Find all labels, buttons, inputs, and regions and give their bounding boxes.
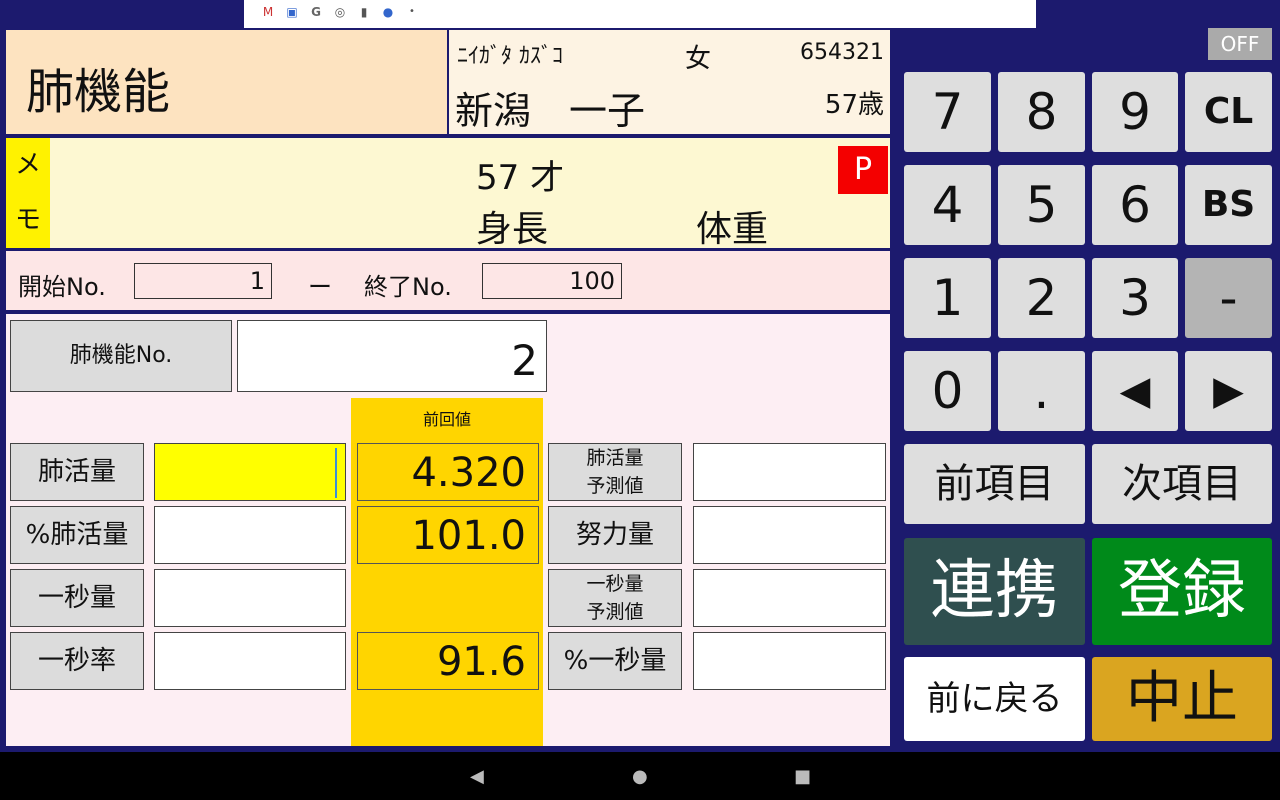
app-icon: ▣ [286, 5, 298, 19]
left-arrow-icon[interactable]: ◀ [1092, 351, 1178, 431]
go-back-button[interactable]: 前に戻る [904, 657, 1085, 741]
weight-label: 体重 [696, 209, 769, 250]
memo-area[interactable]: メ モ 57 才 身長 体重 P [6, 138, 890, 250]
previous-values-column: 前回値 4.320 101.0 91.6 [351, 398, 543, 746]
prev-fev1-ratio: 91.6 [357, 632, 539, 690]
home-icon[interactable]: ● [632, 766, 648, 787]
range-area: 開始No. 1 ー 終了No. 100 [6, 251, 890, 310]
sync-icon: ◎ [334, 5, 346, 19]
start-no-label: 開始No. [18, 273, 106, 301]
p-badge[interactable]: P [838, 146, 888, 194]
key-9[interactable]: 9 [1092, 72, 1178, 152]
fev1-ratio-field[interactable] [154, 632, 346, 690]
percent-fev1-field[interactable] [693, 632, 886, 690]
patient-kana: ﾆｲｶﾞﾀ ｶｽﾞｺ [457, 44, 563, 69]
system-nav-bar: ◀ ● ■ [0, 752, 1280, 800]
key-6[interactable]: 6 [1092, 165, 1178, 245]
predicted-vital-capacity-field[interactable] [693, 443, 886, 501]
vital-capacity-button[interactable]: 肺活量 [10, 443, 144, 501]
fev1-ratio-button[interactable]: 一秒率 [10, 632, 144, 690]
right-arrow-icon[interactable]: ▶ [1185, 351, 1272, 431]
patient-name: 新潟 一子 [455, 89, 646, 133]
key-5[interactable]: 5 [998, 165, 1085, 245]
back-icon[interactable]: ◀ [470, 766, 484, 787]
end-no-label: 終了No. [364, 273, 452, 301]
globe-icon: ● [382, 5, 394, 19]
keypad-panel: OFF 7 8 9 CL 4 5 6 BS 1 2 3 - 0 . ◀ ▶ 前項… [892, 28, 1280, 748]
sd-card-icon: ▮ [360, 5, 368, 19]
key-backspace[interactable]: BS [1185, 165, 1272, 245]
fev1-button[interactable]: 一秒量 [10, 569, 144, 627]
memo-label-top: メ [14, 150, 41, 180]
page-title: 肺機能 [26, 64, 171, 120]
key-clear[interactable]: CL [1185, 72, 1272, 152]
main-panel: 肺機能 ﾆｲｶﾞﾀ ｶｽﾞｺ 女 654321 新潟 一子 57歳 メ モ 57… [4, 28, 892, 748]
key-8[interactable]: 8 [998, 72, 1085, 152]
link-button[interactable]: 連携 [904, 538, 1085, 645]
memo-age: 57 才 [476, 158, 565, 198]
memo-label-bottom: モ [14, 205, 41, 235]
previous-values-header: 前回値 [422, 410, 471, 429]
gmail-icon: M [262, 5, 274, 19]
prev-vital-capacity: 4.320 [357, 443, 539, 501]
percent-vital-capacity-field[interactable] [154, 506, 346, 564]
key-decimal[interactable]: . [998, 351, 1085, 431]
next-item-button[interactable]: 次項目 [1092, 444, 1272, 524]
start-no-field[interactable]: 1 [134, 263, 272, 299]
off-toggle[interactable]: OFF [1208, 28, 1272, 60]
height-label: 身長 [476, 209, 549, 250]
key-3[interactable]: 3 [1092, 258, 1178, 338]
measurement-form: 肺機能No. 2 前回値 4.320 101.0 91.6 肺活量 肺活量 予測… [6, 314, 890, 746]
range-dash: ー [308, 273, 332, 301]
text-cursor [335, 448, 337, 498]
key-minus[interactable]: - [1185, 258, 1272, 338]
cancel-button[interactable]: 中止 [1092, 657, 1272, 741]
memo-label: メ モ [6, 138, 50, 248]
patient-sex: 女 [685, 44, 712, 74]
patient-id: 654321 [800, 40, 884, 65]
register-button[interactable]: 登録 [1092, 538, 1272, 645]
key-1[interactable]: 1 [904, 258, 991, 338]
effort-field[interactable] [693, 506, 886, 564]
key-4[interactable]: 4 [904, 165, 991, 245]
vital-capacity-field[interactable] [154, 443, 346, 501]
key-0[interactable]: 0 [904, 351, 991, 431]
fev1-field[interactable] [154, 569, 346, 627]
prev-item-button[interactable]: 前項目 [904, 444, 1085, 524]
patient-info: ﾆｲｶﾞﾀ ｶｽﾞｺ 女 654321 新潟 一子 57歳 [449, 30, 890, 134]
predicted-vital-capacity-button[interactable]: 肺活量 予測値 [548, 443, 682, 501]
key-2[interactable]: 2 [998, 258, 1085, 338]
recents-icon[interactable]: ■ [794, 766, 811, 787]
patient-age: 57歳 [824, 90, 884, 120]
percent-vital-capacity-button[interactable]: %肺活量 [10, 506, 144, 564]
key-7[interactable]: 7 [904, 72, 991, 152]
predicted-fev1-button[interactable]: 一秒量 予測値 [548, 569, 682, 627]
predicted-fev1-field[interactable] [693, 569, 886, 627]
google-icon: G [311, 5, 321, 19]
app-frame: M ▣ G ◎ ▮ ● • 肺機能 ﾆｲｶﾞﾀ ｶｽﾞｺ 女 654321 新潟… [0, 0, 1280, 800]
effort-button[interactable]: 努力量 [548, 506, 682, 564]
title-area: 肺機能 [6, 30, 447, 134]
lung-function-no-button[interactable]: 肺機能No. [10, 320, 232, 392]
lung-function-no-field[interactable]: 2 [237, 320, 547, 392]
percent-fev1-button[interactable]: %一秒量 [548, 632, 682, 690]
prev-percent-vital-capacity: 101.0 [357, 506, 539, 564]
dot-icon: • [409, 6, 415, 17]
end-no-field[interactable]: 100 [482, 263, 622, 299]
